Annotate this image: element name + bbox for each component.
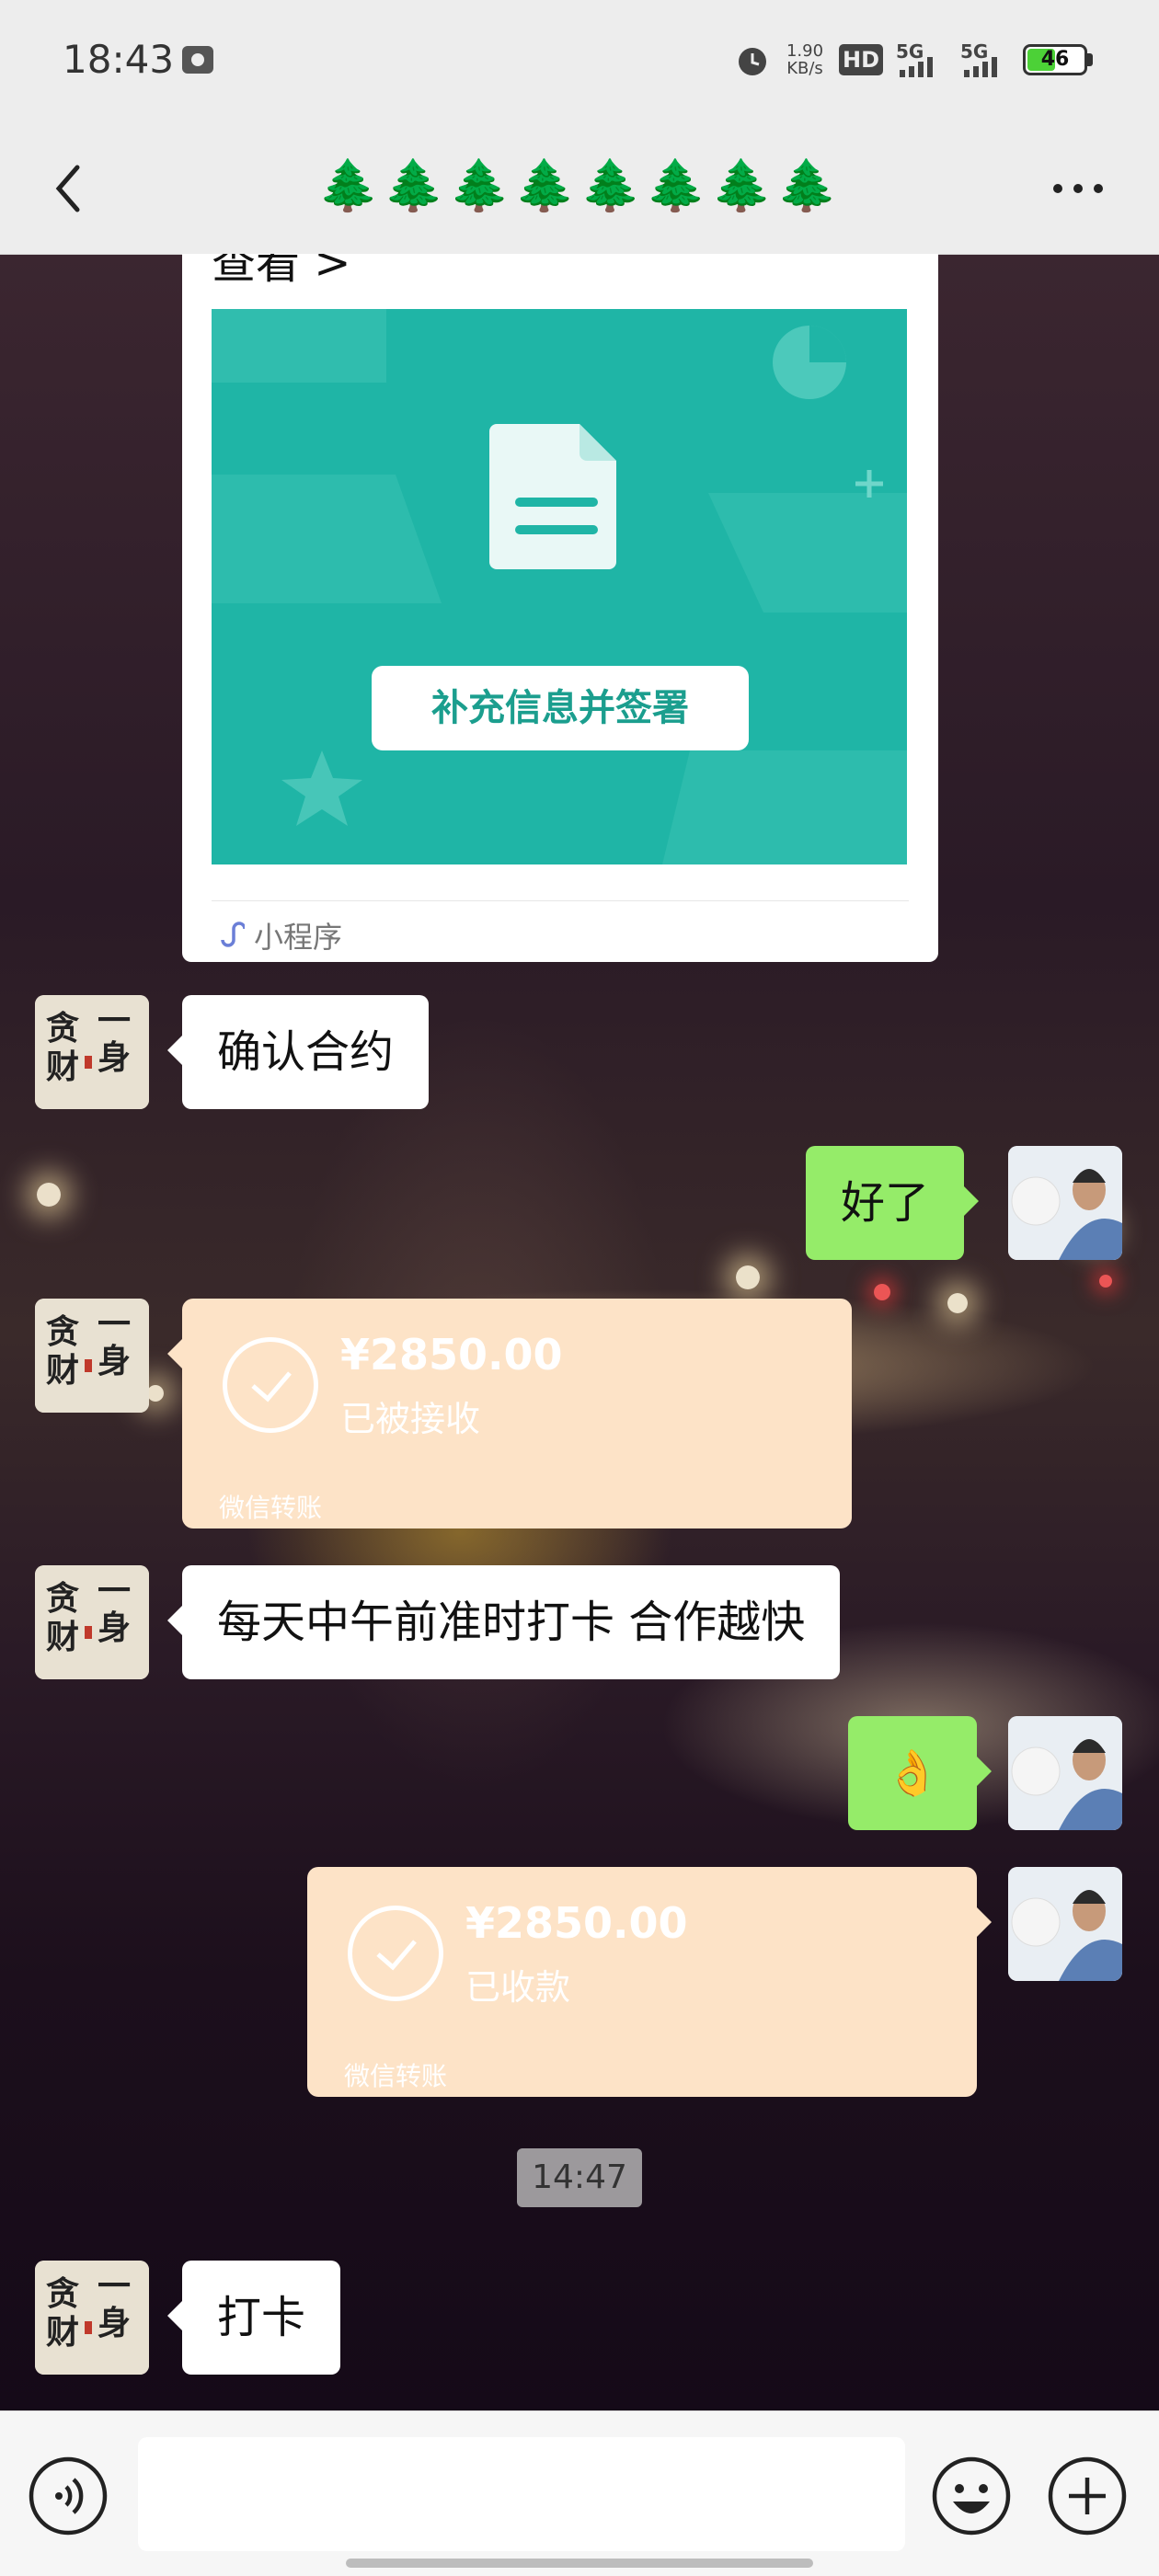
sign-button[interactable]: 补充信息并签署 xyxy=(372,666,749,750)
svg-text:身: 身 xyxy=(98,1609,131,1647)
svg-text:财: 财 xyxy=(46,1351,79,1390)
avatar-calligraphy: 贪 一 财 身 xyxy=(35,995,149,1109)
card-divider xyxy=(212,900,909,901)
svg-text:一: 一 xyxy=(98,1002,131,1040)
message-bubble[interactable]: 确认合约 xyxy=(166,995,430,1109)
transfer-status: 已被接收 xyxy=(340,1399,481,1439)
avatar-photo xyxy=(1008,1716,1122,1830)
chat-header: 🌲🌲🌲🌲🌲🌲🌲🌲 xyxy=(0,120,1159,255)
svg-text:贪: 贪 xyxy=(46,1312,79,1351)
card-top-text: 查看 > xyxy=(212,254,351,289)
transfer-status: 已收款 xyxy=(465,1967,571,2008)
transfer-card-self[interactable]: ¥2850.00 已收款 微信转账 xyxy=(307,1867,992,2097)
alarm-icon xyxy=(739,48,766,75)
net-speed: 1.90 KB/s xyxy=(786,41,824,78)
message-bubble-self[interactable]: 👌 xyxy=(848,1716,992,1830)
transfer-amount: ¥2850.00 xyxy=(340,1330,563,1380)
card-thumbnail-graphic xyxy=(212,309,907,864)
svg-text:财: 财 xyxy=(46,1048,79,1086)
avatar[interactable]: 贪 一 财 身 xyxy=(35,1565,149,1679)
svg-text:财: 财 xyxy=(46,1618,79,1656)
svg-text:贪: 贪 xyxy=(46,2274,79,2313)
avatar-calligraphy: 贪 一 财 身 xyxy=(35,1299,149,1413)
signal-2-icon xyxy=(964,57,997,77)
transfer-card[interactable]: ¥2850.00 已被接收 微信转账 xyxy=(167,1299,852,1528)
battery-icon: 46 xyxy=(1023,44,1087,75)
status-bar: 18:43 1.90 KB/s HD 5G 5G 46 xyxy=(0,0,1159,120)
mini-program-card[interactable]: 查看 > 补充信息并签署 小程序 xyxy=(182,254,938,962)
svg-text:财: 财 xyxy=(46,2313,79,2352)
svg-text:身: 身 xyxy=(98,1342,131,1380)
avatar[interactable]: 贪 一 财 身 xyxy=(35,995,149,1109)
svg-text:贪: 贪 xyxy=(46,1579,79,1618)
status-time: 18:43 xyxy=(63,37,175,82)
avatar-self[interactable] xyxy=(1008,1716,1122,1830)
avatar-photo xyxy=(1008,1867,1122,1981)
signal-1-icon xyxy=(900,57,933,77)
message-bubble[interactable]: 每天中午前准时打卡 合作越快 xyxy=(166,1565,841,1679)
mini-program-label: 小程序 xyxy=(254,920,343,955)
avatar-self[interactable] xyxy=(1008,1146,1122,1260)
avatar-calligraphy: 贪 一 财 身 xyxy=(35,2261,149,2375)
message-bubble-self[interactable]: 好了 xyxy=(806,1146,980,1260)
mini-program-icon xyxy=(221,922,245,947)
svg-text:一: 一 xyxy=(98,2267,131,2306)
avatar-self[interactable] xyxy=(1008,1867,1122,1981)
avatar-photo xyxy=(1008,1146,1122,1260)
message-input[interactable] xyxy=(138,2437,905,2551)
svg-text:身: 身 xyxy=(98,2304,131,2342)
svg-text:一: 一 xyxy=(98,1305,131,1344)
message-timestamp: 14:47 xyxy=(517,2148,642,2207)
chat-title: 🌲🌲🌲🌲🌲🌲🌲🌲 xyxy=(317,156,842,214)
check-circle-icon xyxy=(223,1337,318,1433)
more-dots-icon[interactable] xyxy=(1049,175,1107,202)
hd-badge: HD xyxy=(839,44,884,75)
transfer-footer: 微信转账 xyxy=(344,2061,448,2091)
emoji-icon[interactable] xyxy=(931,2456,1012,2536)
avatar-calligraphy: 贪 一 财 身 xyxy=(35,1565,149,1679)
plus-icon[interactable] xyxy=(1047,2456,1128,2536)
transfer-amount: ¥2850.00 xyxy=(465,1898,688,1948)
avatar[interactable]: 贪 一 财 身 xyxy=(35,1299,149,1413)
svg-text:身: 身 xyxy=(98,1038,131,1077)
card-thumbnail: 补充信息并签署 xyxy=(212,309,907,864)
message-bubble[interactable]: 打卡 xyxy=(166,2261,341,2375)
app-notification-icon xyxy=(182,46,213,74)
avatar[interactable]: 贪 一 财 身 xyxy=(35,2261,149,2375)
home-indicator[interactable] xyxy=(346,2559,813,2568)
input-bar xyxy=(0,2410,1159,2576)
svg-text:一: 一 xyxy=(98,1572,131,1610)
battery-level: 46 xyxy=(1040,48,1070,71)
transfer-footer: 微信转账 xyxy=(219,1493,323,1523)
svg-text:贪: 贪 xyxy=(46,1009,79,1048)
voice-icon[interactable] xyxy=(28,2456,109,2536)
check-circle-icon xyxy=(348,1906,443,2001)
